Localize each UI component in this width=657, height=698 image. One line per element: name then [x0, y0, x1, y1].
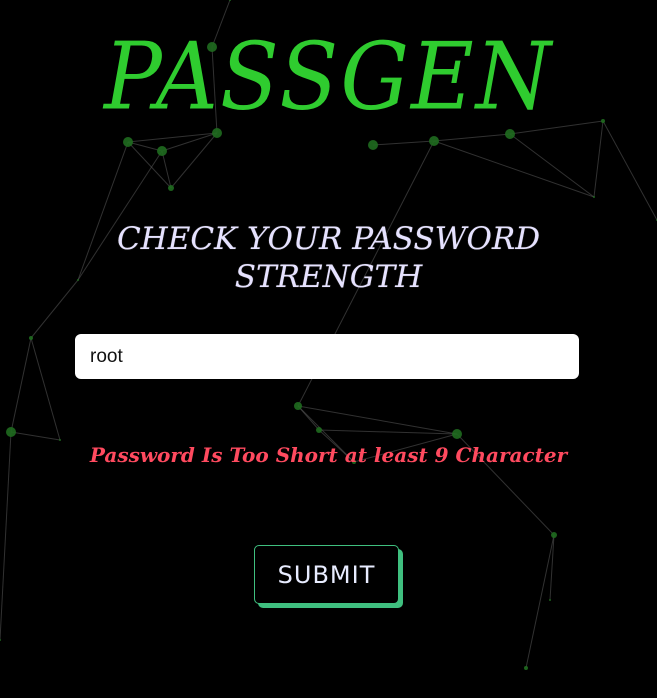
network-node: [549, 599, 551, 601]
network-node: [452, 429, 462, 439]
password-strength-message: Password Is Too Short at least 9 Charact…: [89, 443, 568, 467]
submit-button[interactable]: SUBMIT: [254, 545, 399, 604]
network-node: [368, 140, 378, 150]
network-line: [127, 141, 163, 152]
heading-line-1: CHECK YOUR PASSWORD: [116, 221, 541, 257]
network-line: [509, 133, 595, 198]
network-line: [10, 431, 61, 441]
submit-button-wrapper: SUBMIT: [254, 545, 404, 609]
network-line: [10, 337, 32, 433]
password-input[interactable]: [75, 334, 579, 379]
network-node: [123, 137, 133, 147]
page-background: PASSGEN CHECK YOUR PASSWORD STRENGTH Pas…: [0, 0, 657, 698]
network-line: [30, 279, 79, 339]
network-node: [294, 402, 302, 410]
page-heading: CHECK YOUR PASSWORD STRENGTH: [110, 220, 547, 296]
network-node: [29, 336, 33, 340]
heading-line-2: STRENGTH: [234, 259, 423, 295]
network-line: [525, 534, 555, 669]
network-line: [161, 150, 172, 189]
network-node: [157, 146, 167, 156]
network-node: [316, 427, 322, 433]
network-line: [433, 140, 595, 198]
network-node: [168, 185, 174, 191]
app-title: PASSGEN: [103, 22, 554, 131]
network-line: [372, 140, 435, 146]
network-node: [77, 279, 79, 281]
network-node: [551, 532, 557, 538]
network-node: [593, 196, 595, 198]
network-line: [170, 132, 218, 189]
network-node: [429, 136, 439, 146]
network-line: [30, 337, 61, 441]
network-node: [6, 427, 16, 437]
network-node: [524, 666, 528, 670]
network-node: [0, 639, 1, 641]
